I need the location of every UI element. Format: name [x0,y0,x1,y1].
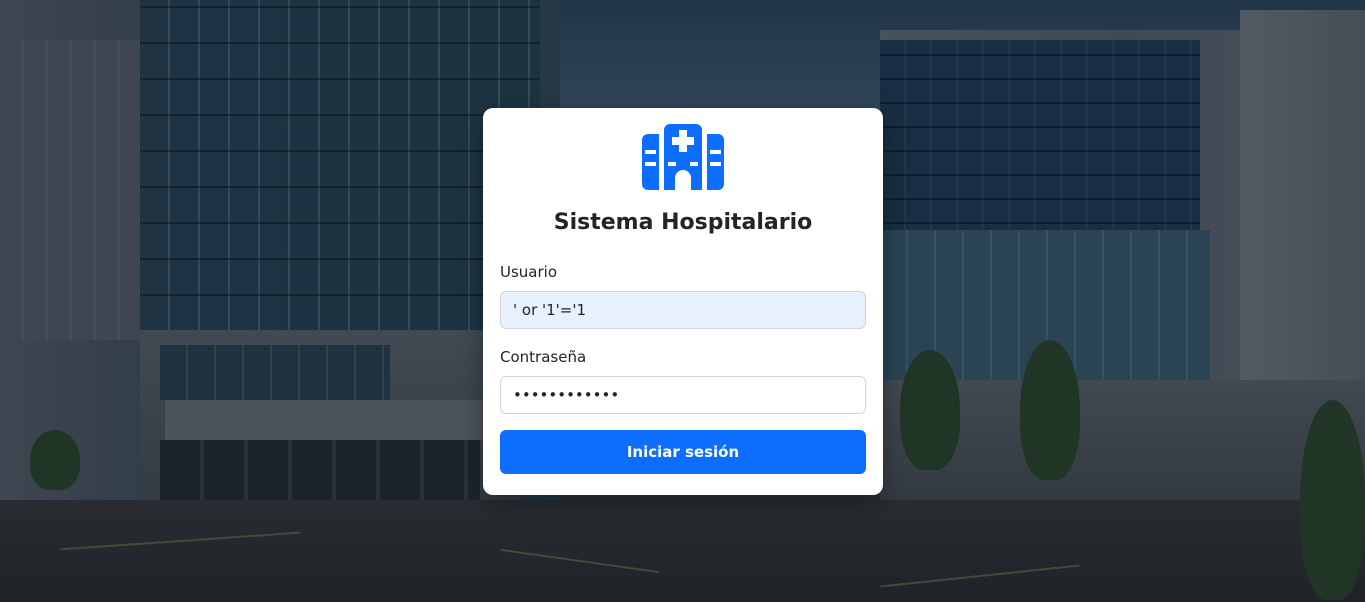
username-input[interactable] [500,291,866,329]
password-input[interactable] [500,376,866,414]
hospital-icon [642,124,724,190]
login-card: Sistema Hospitalario Usuario Contraseña … [483,108,883,495]
login-button[interactable]: Iniciar sesión [500,430,866,474]
password-label: Contraseña [500,348,587,366]
username-label: Usuario [500,263,558,281]
page-title: Sistema Hospitalario [553,210,813,235]
